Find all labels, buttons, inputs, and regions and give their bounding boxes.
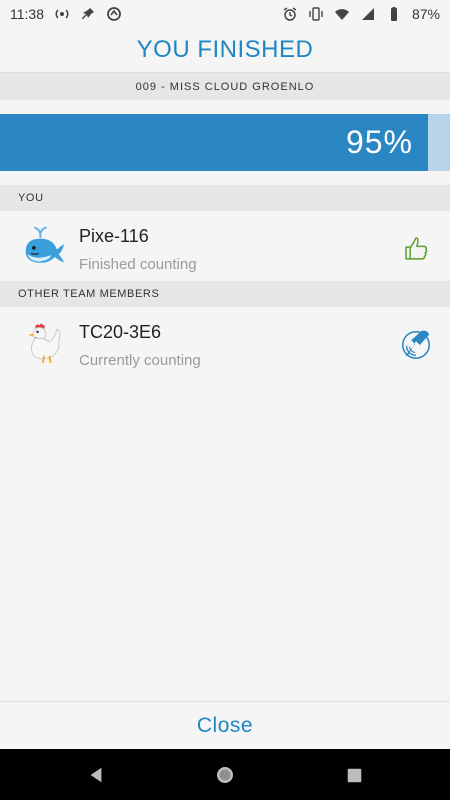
status-right: 87% [282, 6, 440, 22]
battery-percent: 87% [411, 6, 440, 22]
team-name-band: 009 - MISS CLOUD GROENLO [0, 72, 450, 100]
signal-icon [360, 6, 376, 22]
recents-icon[interactable] [341, 762, 367, 788]
member-text-you: Pixe-116 Finished counting [79, 226, 197, 273]
page-title: YOU FINISHED [136, 36, 314, 63]
status-left: 11:38 [10, 6, 122, 22]
back-icon[interactable] [83, 762, 109, 788]
status-bar: 11:38 87% [0, 0, 450, 28]
member-status: Finished counting [79, 256, 197, 273]
section-header-you: YOU [0, 185, 450, 211]
thumbs-up-icon[interactable] [398, 230, 434, 266]
alarm-icon [282, 6, 298, 22]
progress-bar: 95% [0, 114, 450, 171]
progress-percent: 95% [345, 124, 413, 160]
whale-icon [22, 224, 66, 268]
vibrate-icon [308, 6, 324, 22]
section-header-others: OTHER TEAM MEMBERS [0, 281, 450, 307]
wifi-icon [334, 6, 350, 22]
close-button[interactable]: Close [0, 701, 450, 749]
counting-icon[interactable] [398, 326, 434, 362]
member-name: Pixe-116 [79, 226, 149, 246]
home-icon[interactable] [212, 762, 238, 788]
member-status: Currently counting [79, 352, 201, 369]
member-row-you[interactable]: Pixe-116 Finished counting [0, 212, 450, 282]
member-row-other[interactable]: TC20-3E6 Currently counting [0, 308, 450, 378]
sync-icon [106, 6, 122, 22]
rooster-icon [22, 320, 66, 364]
pin-icon [80, 6, 96, 22]
member-name: TC20-3E6 [79, 322, 162, 342]
battery-icon [386, 6, 402, 22]
status-time: 11:38 [10, 6, 44, 22]
radio-icon [54, 6, 70, 22]
member-text-other: TC20-3E6 Currently counting [79, 322, 201, 369]
navigation-bar [0, 749, 450, 800]
close-label: Close [196, 713, 254, 737]
